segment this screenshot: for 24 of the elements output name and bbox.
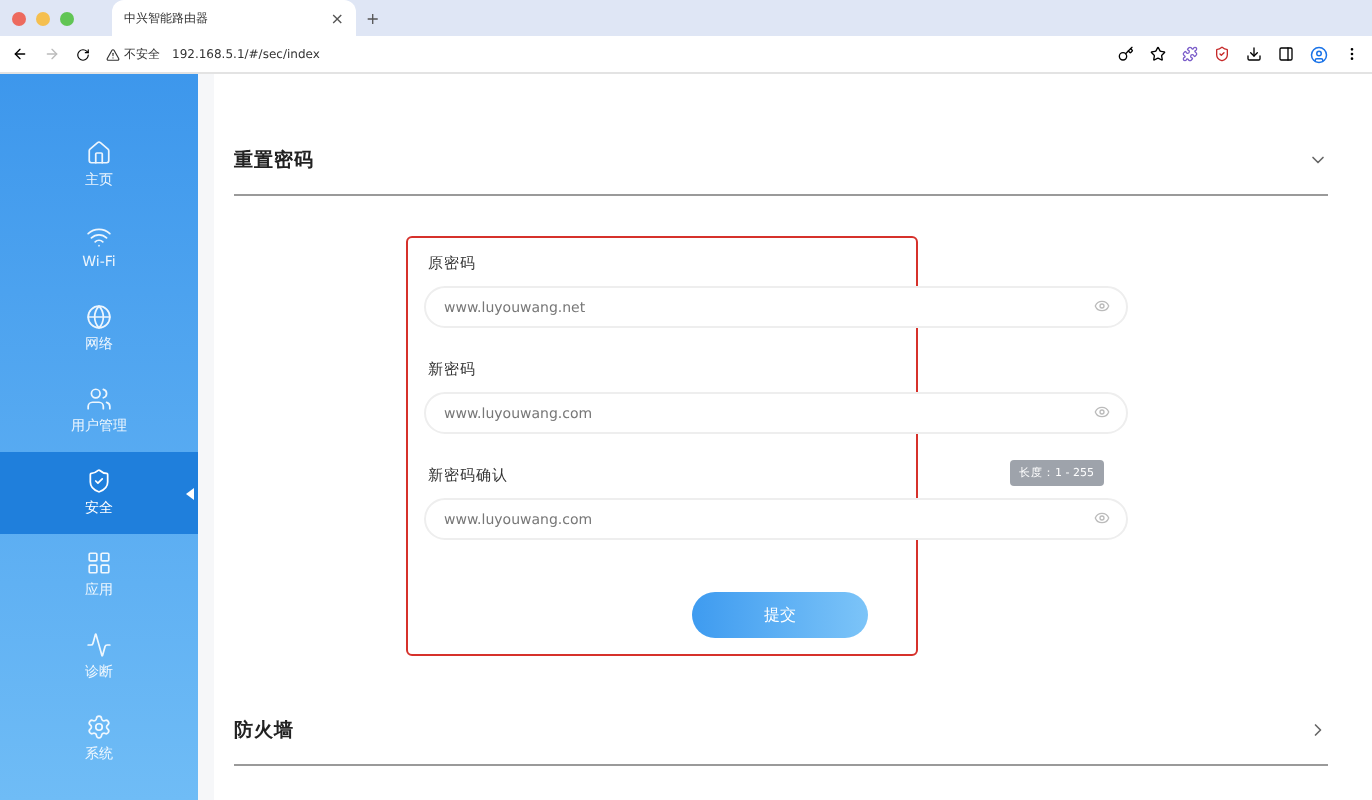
profile-icon[interactable]: [1310, 45, 1328, 63]
section-header[interactable]: 防火墙: [234, 696, 1328, 766]
shield-icon: [86, 468, 112, 494]
home-icon: [86, 140, 112, 166]
shield-extension-icon[interactable]: [1214, 46, 1230, 62]
globe-icon: [86, 304, 112, 330]
new-tab-button[interactable]: +: [366, 9, 380, 27]
submit-button[interactable]: 提交: [692, 592, 868, 638]
download-icon[interactable]: [1246, 46, 1262, 62]
section-header[interactable]: 重置密码: [234, 126, 1328, 196]
section-title: 重置密码: [234, 147, 314, 173]
back-icon[interactable]: [12, 46, 28, 62]
key-icon[interactable]: [1118, 46, 1134, 62]
users-icon: [86, 386, 112, 412]
pulse-icon: [86, 632, 112, 658]
reload-icon[interactable]: [76, 47, 90, 61]
side-panel-icon[interactable]: [1278, 46, 1294, 62]
bookmark-star-icon[interactable]: [1150, 46, 1166, 62]
tab-close-button[interactable]: ×: [330, 9, 344, 27]
grid-icon: [86, 550, 112, 576]
extension-icon[interactable]: [1182, 46, 1198, 62]
section-title: 防火墙: [234, 717, 294, 743]
gear-icon: [86, 714, 112, 740]
close-window-icon[interactable]: [12, 11, 26, 25]
